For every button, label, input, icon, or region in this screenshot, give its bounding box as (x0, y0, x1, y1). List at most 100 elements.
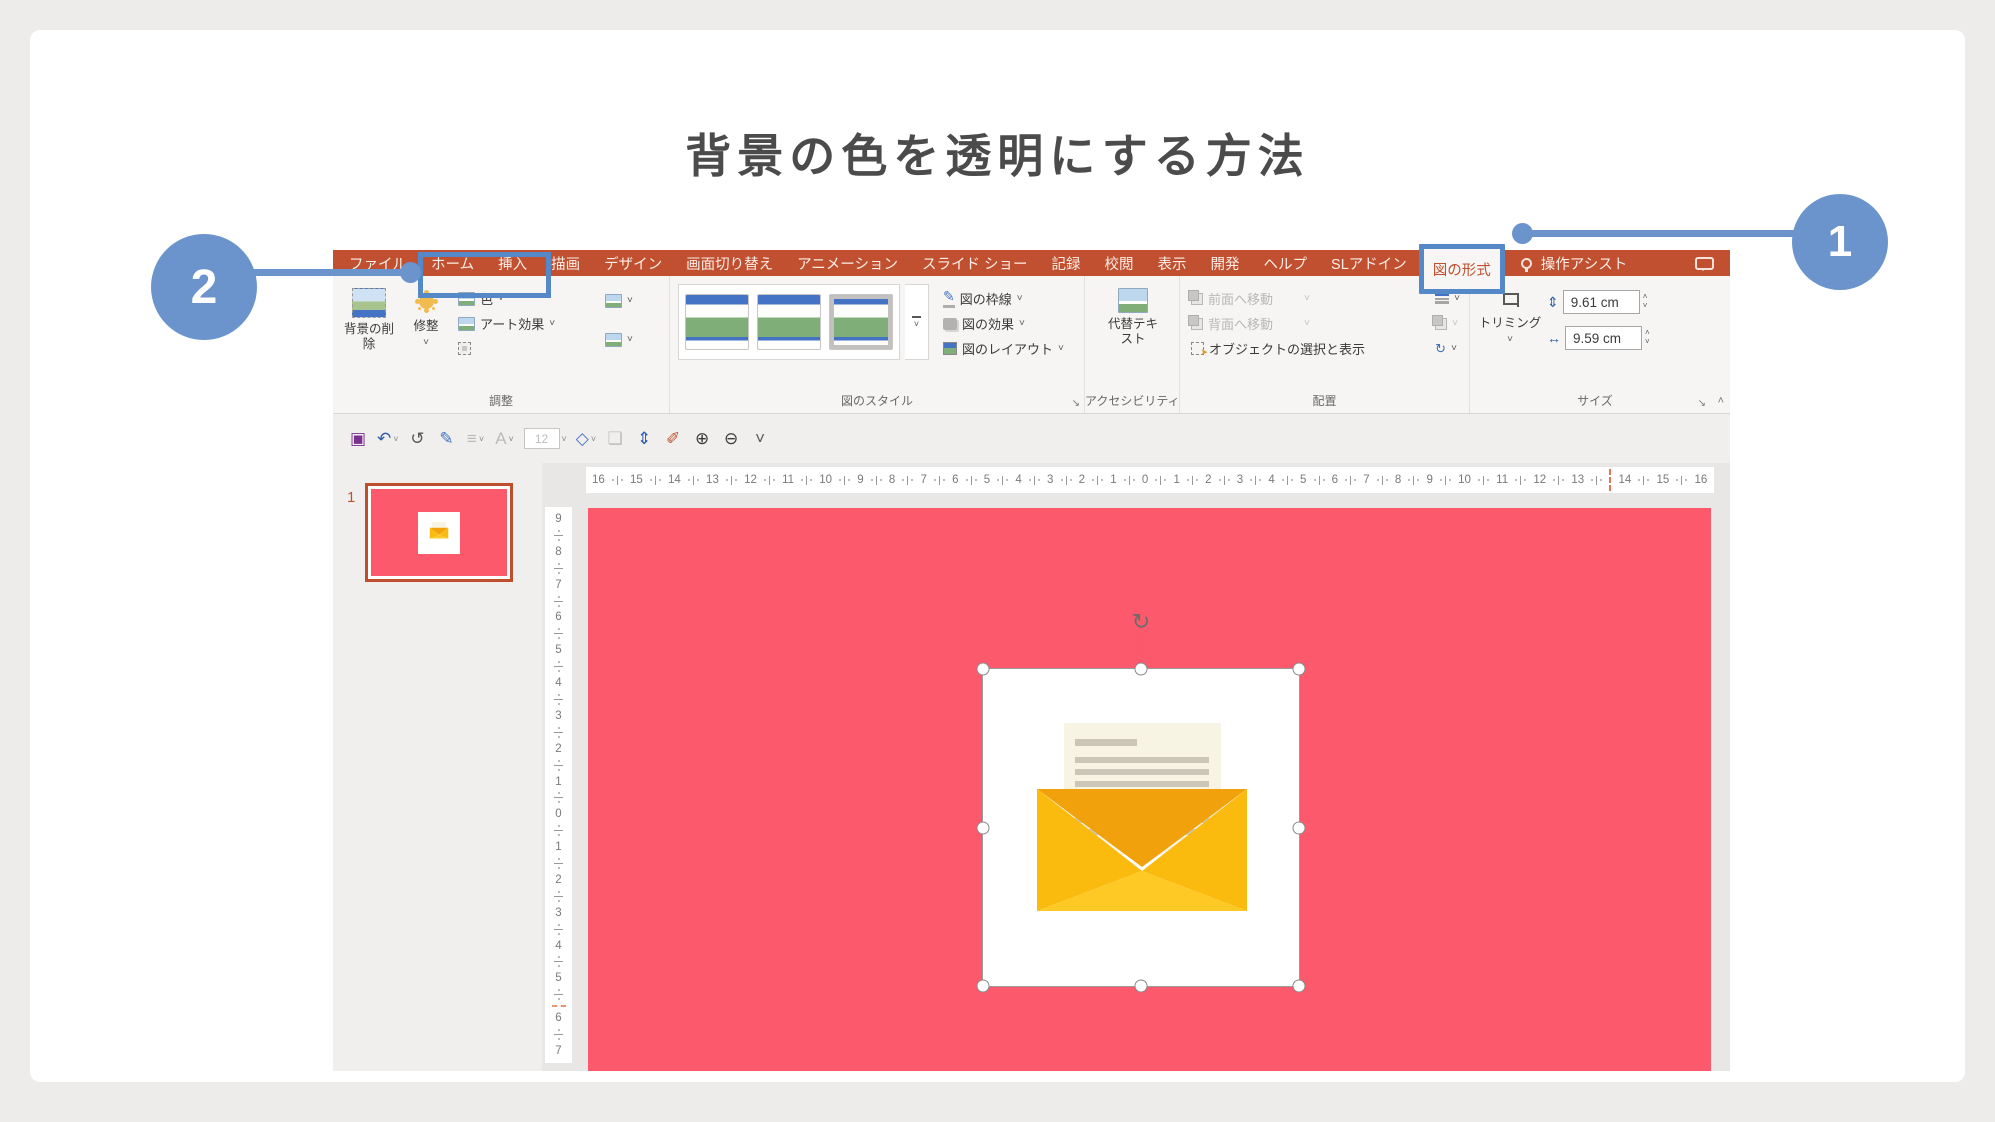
bullet-list-button[interactable]: ≡˅ (463, 422, 489, 456)
rotate-button[interactable]: ↻ ˅ (1432, 336, 1463, 361)
remove-background-label: 背景の削除 (341, 322, 397, 352)
font-size-button[interactable]: 12˅ (521, 422, 570, 456)
more-commands-icon: ˅ (755, 429, 765, 449)
slide-thumbnail-panel: 1 (333, 463, 542, 1071)
resize-handle-left[interactable] (977, 821, 990, 834)
ruler-number: 6 (952, 474, 958, 486)
shapes-button[interactable]: ◇˅ (573, 422, 599, 456)
undo-button[interactable]: ↶˅ (374, 422, 402, 456)
resize-handle-bottom-left[interactable] (977, 980, 990, 993)
artistic-effects-button[interactable]: アート効果 ˅ (455, 311, 597, 336)
font-size-icon: 12 (524, 428, 560, 449)
chevron-down-icon: ˅ (1019, 319, 1025, 329)
ribbon-tab[interactable]: 画面切り替え (674, 250, 785, 276)
slide-canvas[interactable]: ↻ (588, 508, 1711, 1071)
collapse-ribbon-icon[interactable]: ˄ (1718, 395, 1724, 407)
ruler-number: 7 (921, 474, 927, 486)
ribbon-tab[interactable]: 記録 (1040, 250, 1093, 276)
redo-button[interactable]: ↺ (405, 422, 431, 456)
ribbon-tab[interactable]: 図の形式 (1419, 244, 1505, 294)
resize-handle-bottom-right[interactable] (1293, 980, 1306, 993)
font-color-button[interactable]: A˅ (492, 422, 518, 456)
slide-number: 1 (347, 489, 355, 506)
chevron-down-icon: ˅ (1017, 294, 1023, 304)
shape-width-spinner[interactable]: ˄˅ (1645, 329, 1650, 347)
corrections-label: 修整 (413, 319, 438, 334)
resize-handle-right[interactable] (1293, 821, 1306, 834)
arrange-group-label: 配置 (1180, 392, 1469, 409)
resize-handle-bottom[interactable] (1135, 980, 1148, 993)
more-commands-button[interactable]: ˅ (747, 422, 773, 456)
ruler-number: 10 (1458, 474, 1471, 486)
tell-me-assist[interactable]: 操作アシスト (1521, 253, 1627, 274)
comments-icon[interactable] (1695, 257, 1714, 270)
lightbulb-icon (1521, 258, 1532, 269)
alt-text-button[interactable]: 代替テキスト (1103, 284, 1163, 391)
align-icon (1435, 293, 1449, 304)
save-button[interactable]: ▣ (345, 422, 371, 456)
undo-icon: ↶ (377, 429, 391, 449)
dialog-launcher-icon[interactable]: ↘ (1072, 398, 1080, 409)
shape-height-spinner[interactable]: ˄˅ (1643, 293, 1648, 311)
arrange-objects-button[interactable]: ❏ (602, 422, 628, 456)
thumbnail-envelope-icon (425, 520, 453, 546)
ribbon-tab[interactable]: SLアドイン (1319, 250, 1419, 276)
zoom-in-button[interactable]: ⊕ (689, 422, 715, 456)
resize-handle-top[interactable] (1135, 663, 1148, 676)
ruler-number: 1 (555, 776, 561, 788)
callout-2-dot (400, 262, 421, 283)
format-painter-button[interactable]: ✎ (434, 422, 460, 456)
ribbon-tab[interactable]: ヘルプ (1252, 250, 1320, 276)
change-picture-icon (605, 333, 622, 347)
edit-picture-icon: ✐ (666, 429, 680, 449)
ruler-number: 8 (1395, 474, 1401, 486)
shape-width-input[interactable]: 9.59 cm (1565, 326, 1642, 350)
picture-styles-gallery (678, 284, 900, 360)
ribbon-tab[interactable]: デザイン (592, 250, 674, 276)
content-card: 背景の色を透明にする方法 ファイルホーム挿入描画デザイン画面切り替えアニメーショ… (30, 30, 1965, 1082)
artistic-effects-icon (458, 317, 475, 331)
ruler-number: 16 (1695, 474, 1708, 486)
picture-style-thumbnail[interactable] (685, 294, 749, 350)
ruler-number: 0 (555, 808, 561, 820)
ribbon-group-picture-styles: ˅ ✎ 図の枠線 ˅ 図の効果 ˅ (670, 276, 1085, 413)
ruler-number: 3 (555, 907, 561, 919)
selection-pane-button[interactable]: オブジェクトの選択と表示 (1188, 336, 1427, 361)
remove-background-button[interactable]: 背景の削除 (341, 284, 397, 391)
ruler-number: 12 (744, 474, 757, 486)
picture-style-thumbnail[interactable] (757, 294, 821, 350)
picture-effects-button[interactable]: 図の効果 ˅ (940, 311, 1067, 336)
picture-styles-group-label: 図のスタイル (670, 392, 1084, 409)
change-picture-button[interactable]: ˅ (602, 327, 636, 352)
picture-styles-more-button[interactable]: ˅ (905, 284, 929, 360)
picture-layout-label: 図のレイアウト (962, 339, 1053, 358)
selection-pane-label: オブジェクトの選択と表示 (1209, 339, 1365, 358)
ribbon-tab[interactable]: スライド ショー (910, 250, 1040, 276)
ribbon-tab[interactable]: 表示 (1146, 250, 1199, 276)
quick-access-toolbar: ▣↶˅↺✎≡˅A˅12˅◇˅❏⇕ ✐ ⊕⊖ ˅ (333, 414, 1730, 463)
rotate-icon: ↻ (1435, 342, 1446, 355)
resize-handle-top-left[interactable] (977, 663, 990, 676)
ribbon-tab[interactable]: 校閲 (1093, 250, 1146, 276)
ribbon-tab[interactable]: 開発 (1199, 250, 1252, 276)
shape-height-input[interactable]: 9.61 cm (1563, 290, 1640, 314)
ruler-number: 3 (1047, 474, 1053, 486)
transparency-button[interactable] (455, 336, 597, 361)
ribbon-tab[interactable]: アニメーション (785, 250, 910, 276)
slide-thumbnail[interactable] (365, 483, 513, 582)
resize-handle-top-right[interactable] (1293, 663, 1306, 676)
ruler-number: 4 (555, 677, 561, 689)
resize-height-button[interactable]: ⇕ (631, 422, 657, 456)
corrections-button[interactable]: 修整 ˅ (402, 284, 450, 391)
crop-button[interactable]: トリミング ˅ (1478, 284, 1542, 391)
group-button: ˅ (1432, 311, 1463, 336)
dialog-launcher-icon[interactable]: ↘ (1698, 398, 1706, 409)
picture-layout-button[interactable]: 図のレイアウト ˅ (940, 336, 1067, 361)
rotation-handle-icon[interactable]: ↻ (1132, 611, 1150, 633)
shape-height-icon: ⇕ (1547, 294, 1559, 311)
picture-style-thumbnail[interactable] (829, 294, 893, 350)
edit-picture-button[interactable]: ✐ (660, 422, 686, 456)
selected-picture[interactable]: ↻ (982, 668, 1300, 987)
zoom-out-button[interactable]: ⊖ (718, 422, 744, 456)
bring-forward-icon (1191, 293, 1203, 305)
